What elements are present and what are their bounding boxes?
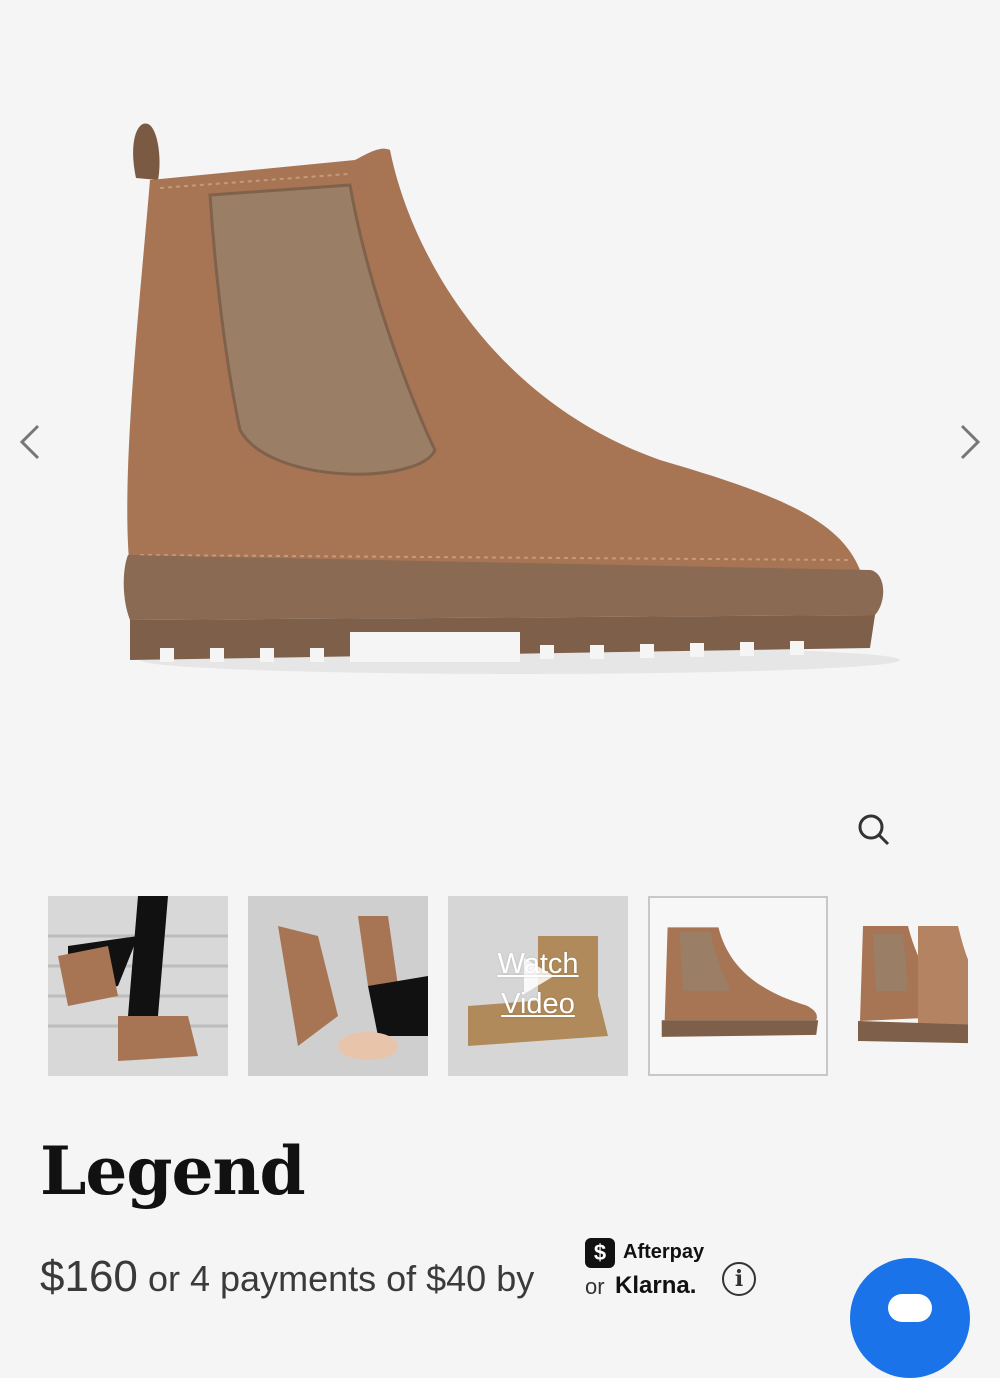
video-label-line1: Watch: [497, 948, 579, 980]
zoom-button[interactable]: [852, 808, 896, 852]
afterpay-icon: $: [585, 1238, 615, 1268]
thumbnail-image: [248, 896, 428, 1076]
chevron-left-icon: [19, 424, 40, 460]
price-row: $160 or 4 payments of $40 by $ Afterpay …: [40, 1238, 740, 1312]
thumbnail-2[interactable]: [248, 896, 428, 1076]
chat-button[interactable]: [850, 1258, 970, 1378]
thumbnail-strip: Watch Video: [48, 896, 968, 1076]
thumbnail-image: [848, 896, 968, 1076]
thumbnail-5[interactable]: [848, 896, 968, 1076]
thumbnail-1[interactable]: [48, 896, 228, 1076]
gallery-prev-button[interactable]: [8, 420, 52, 464]
afterpay-label: Afterpay: [623, 1241, 705, 1263]
gallery-next-button[interactable]: [948, 420, 992, 464]
installments-text: or 4 payments of $40 by: [148, 1258, 535, 1299]
info-icon[interactable]: i: [722, 1262, 756, 1296]
hero-product-image: [123, 123, 900, 674]
thumbnail-image: [48, 896, 228, 1076]
watch-video-link[interactable]: Watch Video: [448, 944, 628, 1024]
product-price: $160: [40, 1252, 138, 1301]
product-title: Legend: [40, 1132, 306, 1210]
klarna-label: Klarna.: [615, 1272, 697, 1299]
chevron-right-icon: [960, 424, 981, 460]
thumbnail-4-selected[interactable]: [648, 896, 828, 1076]
video-label-line2: Video: [501, 988, 575, 1020]
thumbnail-image: [650, 898, 826, 1074]
magnifier-icon: [858, 814, 890, 846]
thumbnail-video[interactable]: Watch Video: [448, 896, 628, 1076]
klarna-or-text: or: [585, 1274, 605, 1299]
product-hero: [0, 0, 1000, 870]
payment-providers: $ Afterpay or Klarna.: [585, 1238, 745, 1308]
chat-bubble-icon: [888, 1294, 932, 1322]
